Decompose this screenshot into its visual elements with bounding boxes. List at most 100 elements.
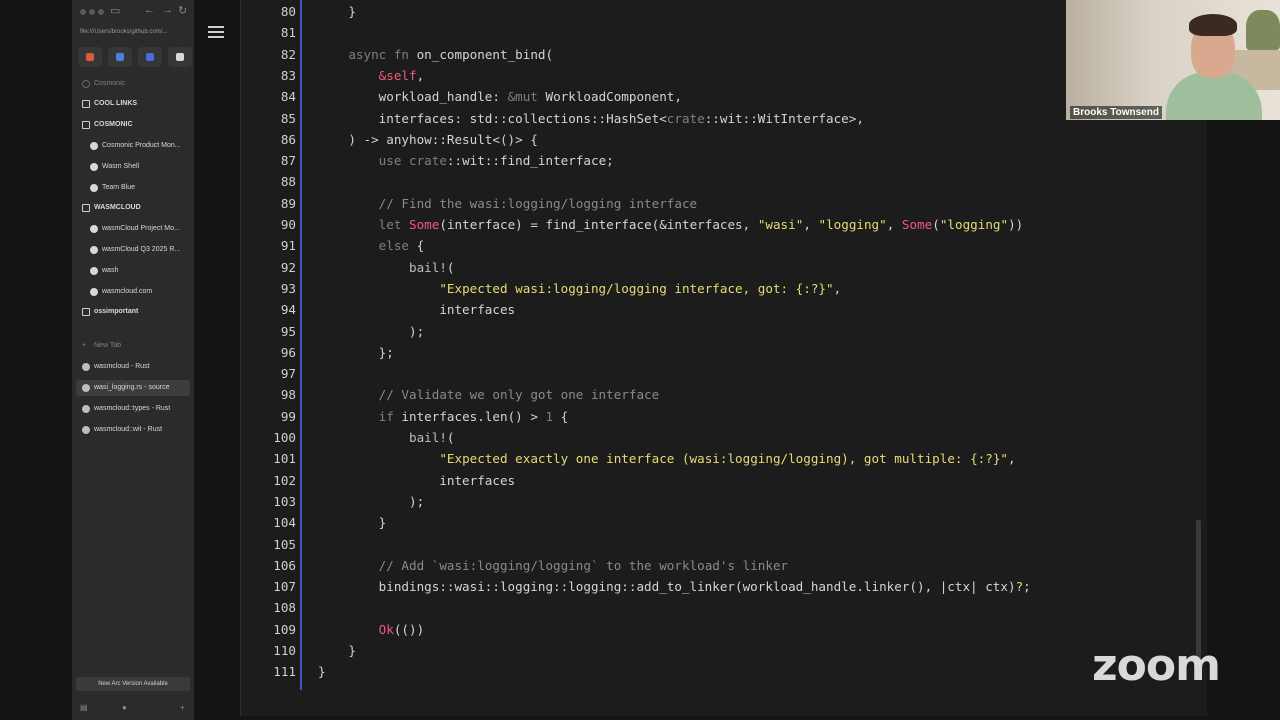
line-number: 96 bbox=[280, 344, 296, 360]
code-text: workload_handle: &mut WorkloadComponent, bbox=[318, 89, 682, 105]
menu-icon[interactable] bbox=[208, 26, 224, 41]
github-icon[interactable] bbox=[168, 47, 192, 67]
line-number: 94 bbox=[280, 302, 296, 318]
code-line: 97 bbox=[268, 363, 296, 384]
sidebar-folder[interactable]: COOL LINKS bbox=[76, 96, 190, 112]
sidebar-link[interactable]: wash bbox=[76, 263, 190, 279]
zoom-logo: zoom bbox=[1092, 640, 1221, 691]
archive-icon[interactable]: ▤ bbox=[80, 703, 88, 712]
line-number: 91 bbox=[280, 238, 296, 254]
github-icon bbox=[90, 184, 98, 192]
update-available-button[interactable]: New Arc Version Available bbox=[76, 677, 190, 691]
tab-item[interactable]: wasmcloud - Rust bbox=[76, 359, 190, 375]
sidebar-link[interactable]: wasmCloud Q3 2025 R... bbox=[76, 242, 190, 258]
sidebar-folder[interactable]: WASMCLOUD bbox=[76, 200, 190, 216]
line-number: 104 bbox=[273, 515, 296, 531]
code-line: 103 ); bbox=[268, 491, 424, 512]
close-window-button[interactable] bbox=[80, 9, 86, 15]
github-icon bbox=[90, 163, 98, 171]
code-text: // Add `wasi:logging/logging` to the wor… bbox=[378, 557, 789, 573]
code-text: ); bbox=[318, 493, 425, 509]
line-number: 89 bbox=[280, 195, 296, 211]
line-number: 110 bbox=[273, 643, 296, 658]
code-text: // Find the wasi:logging/logging interfa… bbox=[378, 195, 698, 211]
code-text: interfaces: std::collections::HashSet<cr… bbox=[318, 110, 864, 126]
sidebar-link[interactable]: wasmcloud.com bbox=[76, 284, 190, 300]
code-line: 102 interfaces bbox=[268, 470, 515, 491]
line-number: 95 bbox=[280, 323, 296, 339]
sidebar-link[interactable]: Cosmonic Product Mon... bbox=[76, 138, 190, 154]
participant-video[interactable]: Brooks Townsend bbox=[1066, 0, 1280, 120]
gmail-icon[interactable] bbox=[78, 47, 102, 67]
code-text: // Validate we only got one interface bbox=[378, 387, 660, 403]
participant-name: Brooks Townsend bbox=[1070, 106, 1162, 119]
space-label[interactable]: Cosmonic bbox=[76, 76, 190, 92]
code-line: 96 }; bbox=[268, 342, 394, 363]
sidebar-folder[interactable]: ossimportant bbox=[76, 304, 190, 320]
browser-sidebar: ▭ ← → ↻ file:///Users/brooks/github.com/… bbox=[72, 0, 194, 720]
code-text: else { bbox=[378, 238, 425, 254]
code-line: 99 if interfaces.len() > 1 { bbox=[268, 406, 568, 427]
code-line: 86 ) -> anyhow::Result<()> { bbox=[268, 129, 538, 150]
sidebar-item-label: wasmCloud Project Mo... bbox=[102, 225, 180, 232]
code-line: 109 Ok(()) bbox=[268, 619, 424, 640]
sidebar-item-label: Team Blue bbox=[102, 184, 136, 191]
line-number: 102 bbox=[273, 472, 296, 488]
code-text: interfaces bbox=[318, 302, 516, 318]
line-number: 106 bbox=[273, 557, 296, 573]
tab-item[interactable]: wasmcloud::types - Rust bbox=[76, 401, 190, 417]
code-text: ) -> anyhow::Result<()> { bbox=[318, 131, 538, 147]
forward-icon[interactable]: → bbox=[162, 4, 173, 16]
sidebar-item-label: wasmcloud.com bbox=[102, 288, 153, 295]
maximize-window-button[interactable] bbox=[98, 9, 104, 15]
sidebar-link[interactable]: Wasm Shell bbox=[76, 159, 190, 175]
code-line: 100 bail!( bbox=[268, 427, 454, 448]
code-line: 80 } bbox=[268, 1, 356, 22]
code-line: 106 // Add `wasi:logging/logging` to the… bbox=[268, 555, 788, 576]
sidebar-item-label: WASMCLOUD bbox=[94, 204, 141, 211]
sidebar-item-label: COOL LINKS bbox=[94, 100, 138, 107]
line-number: 103 bbox=[273, 493, 296, 509]
sidebar-item-label: ossimportant bbox=[94, 308, 139, 315]
url-bar[interactable]: file:///Users/brooks/github.com/... bbox=[80, 26, 188, 39]
sidebar-link[interactable]: Team Blue bbox=[76, 180, 190, 196]
line-number: 92 bbox=[280, 259, 296, 275]
code-line: 84 workload_handle: &mut WorkloadCompone… bbox=[268, 86, 682, 107]
reload-icon[interactable]: ↻ bbox=[178, 4, 187, 17]
sidebar-link[interactable]: wasmCloud Project Mo... bbox=[76, 221, 190, 237]
sidebar-item-label: Cosmonic Product Mon... bbox=[102, 142, 181, 149]
code-text: async fn on_component_bind( bbox=[348, 46, 554, 62]
app-icon[interactable] bbox=[138, 47, 162, 67]
code-line: 87 use crate::wit::find_interface; bbox=[268, 150, 614, 171]
space-icon[interactable]: ● bbox=[122, 703, 127, 712]
code-text: use crate::wit::find_interface; bbox=[378, 153, 614, 169]
code-text: } bbox=[318, 664, 326, 680]
calendar-icon[interactable] bbox=[108, 47, 132, 67]
code-line: 91 else { bbox=[268, 235, 424, 256]
folder-icon bbox=[82, 100, 90, 108]
code-line: 93 "Expected wasi:logging/logging interf… bbox=[268, 278, 841, 299]
back-icon[interactable]: ← bbox=[144, 4, 155, 16]
code-line: 95 ); bbox=[268, 321, 424, 342]
add-icon[interactable]: + bbox=[180, 703, 185, 712]
code-text: ); bbox=[318, 323, 425, 339]
code-line: 107 bindings::wasi::logging::logging::ad… bbox=[268, 576, 1031, 597]
line-number: 83 bbox=[280, 67, 296, 83]
code-line: 94 interfaces bbox=[268, 299, 515, 320]
minimize-window-button[interactable] bbox=[89, 9, 95, 15]
code-line: 88 bbox=[268, 171, 296, 192]
code-text: bail!( bbox=[409, 430, 455, 445]
line-number: 93 bbox=[280, 280, 296, 296]
code-text: } bbox=[318, 515, 387, 531]
tab-item[interactable]: wasi_logging.rs - source bbox=[76, 380, 190, 396]
new-tab-button[interactable]: + New Tab bbox=[76, 338, 190, 354]
line-number: 99 bbox=[280, 408, 296, 424]
line-number: 109 bbox=[273, 621, 296, 637]
code-text: } bbox=[318, 4, 356, 19]
sidebar-folder[interactable]: COSMONIC bbox=[76, 117, 190, 133]
line-number: 98 bbox=[280, 387, 296, 403]
code-line: 82 async fn on_component_bind( bbox=[268, 44, 553, 65]
sidebar-toggle-icon[interactable]: ▭ bbox=[110, 4, 120, 17]
tab-item[interactable]: wasmcloud::wit - Rust bbox=[76, 422, 190, 438]
line-number: 80 bbox=[280, 4, 296, 19]
